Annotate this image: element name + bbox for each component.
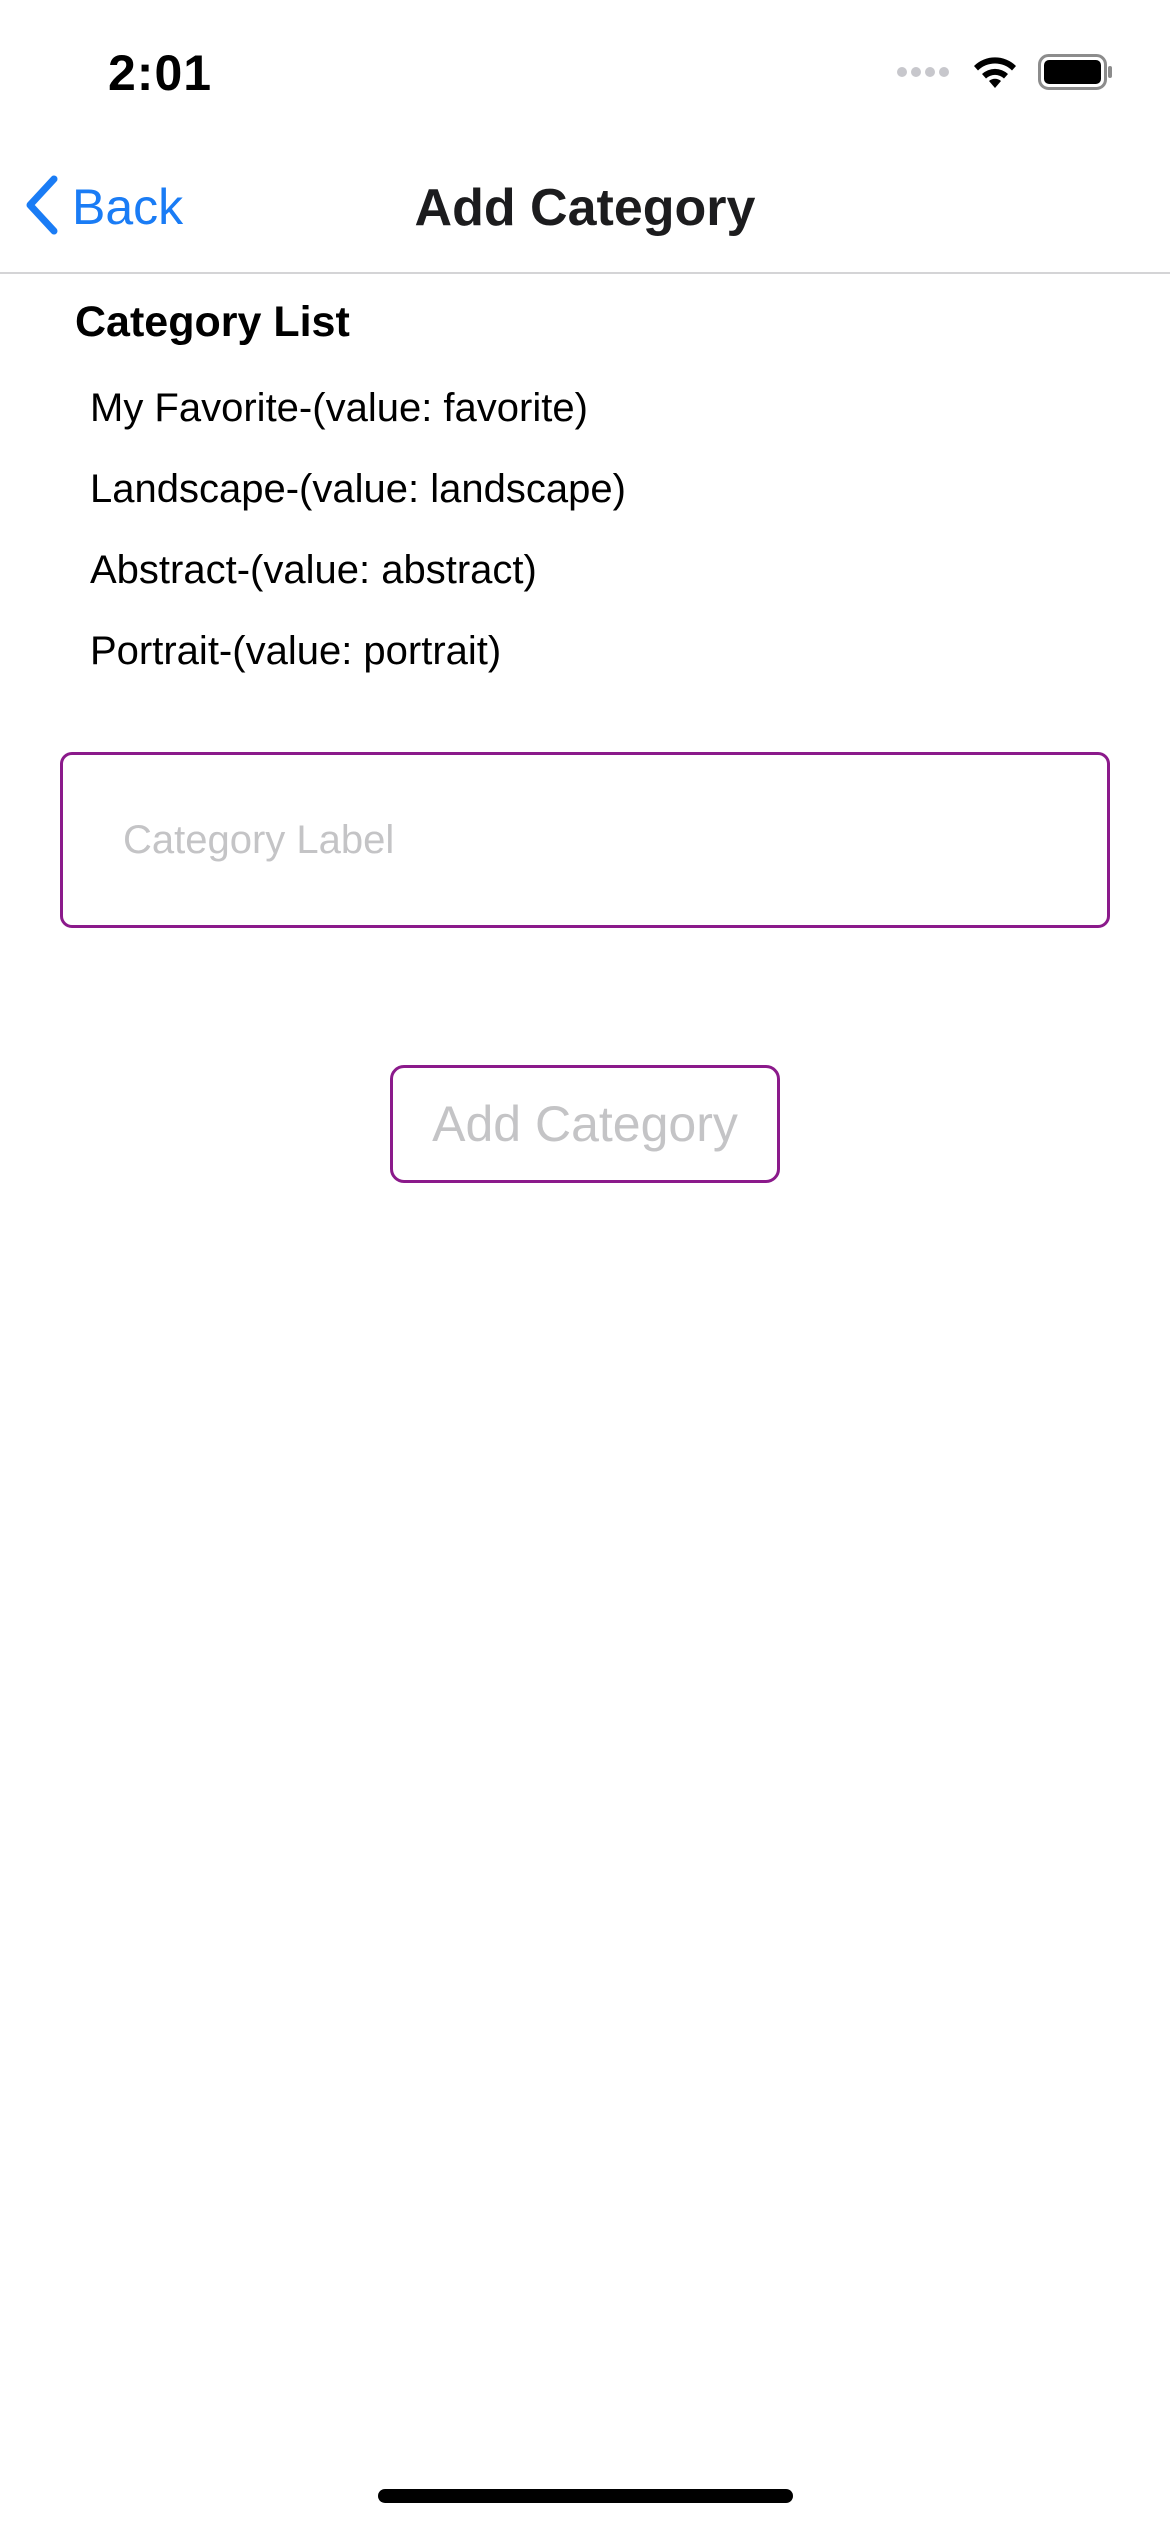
page-title: Add Category [414, 179, 756, 237]
navigation-bar: Back Add Category [0, 150, 1170, 274]
category-item-landscape: Landscape-(value: landscape) [90, 467, 626, 511]
signal-dots-icon [896, 65, 952, 84]
category-item-portrait: Portrait-(value: portrait) [90, 629, 502, 673]
category-list: My Favorite-(value: favorite) Landscape-… [90, 380, 626, 704]
status-time: 2:01 [108, 45, 213, 101]
home-indicator [378, 2489, 793, 2503]
add-category-button[interactable]: Add Category [390, 1065, 780, 1183]
category-list-heading: Category List [75, 298, 350, 346]
wifi-icon [970, 54, 1020, 95]
category-label-input[interactable] [60, 752, 1110, 928]
category-item-abstract: Abstract-(value: abstract) [90, 548, 537, 592]
battery-icon [1038, 54, 1114, 95]
status-icons [896, 54, 1114, 95]
status-bar: 2:01 [0, 0, 1170, 140]
category-item-favorite: My Favorite-(value: favorite) [90, 386, 588, 430]
